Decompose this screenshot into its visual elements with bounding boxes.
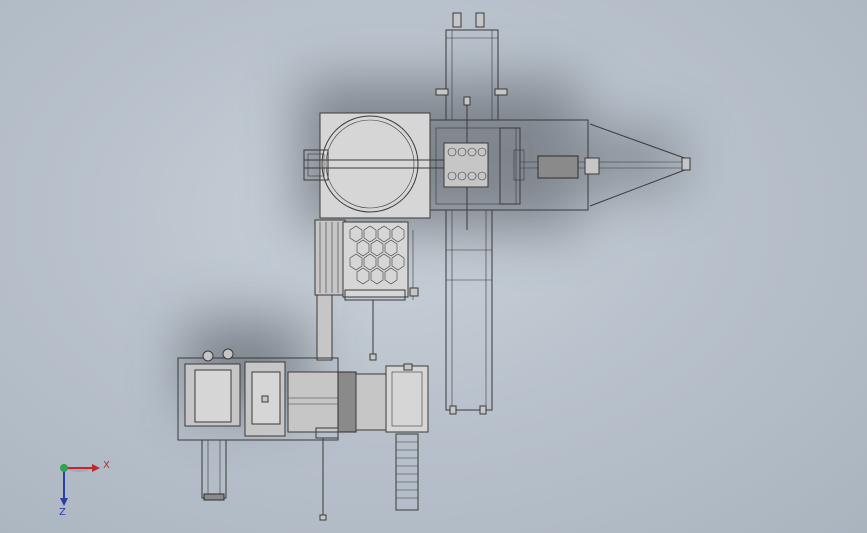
tray-rollers <box>314 219 346 296</box>
rotary-base-plate <box>319 112 431 219</box>
z-axis-label: Z <box>59 507 66 518</box>
left-leg-conveyor <box>201 439 227 501</box>
orientation-triad[interactable]: X Z <box>59 460 110 518</box>
top-clamp-left <box>452 12 462 28</box>
nozzle-head <box>443 142 489 188</box>
rotary-station <box>303 112 450 219</box>
motor-unit <box>537 155 579 179</box>
assembly-drawing: X Z <box>59 12 691 521</box>
x-axis-label: X <box>103 460 110 471</box>
y-axis-dot <box>60 464 68 472</box>
tray-station <box>314 219 409 361</box>
cad-viewport[interactable]: X Z <box>0 0 867 533</box>
honeycomb-tray <box>342 221 409 298</box>
slat-conveyor <box>395 433 419 511</box>
top-clamp-right <box>475 12 485 28</box>
